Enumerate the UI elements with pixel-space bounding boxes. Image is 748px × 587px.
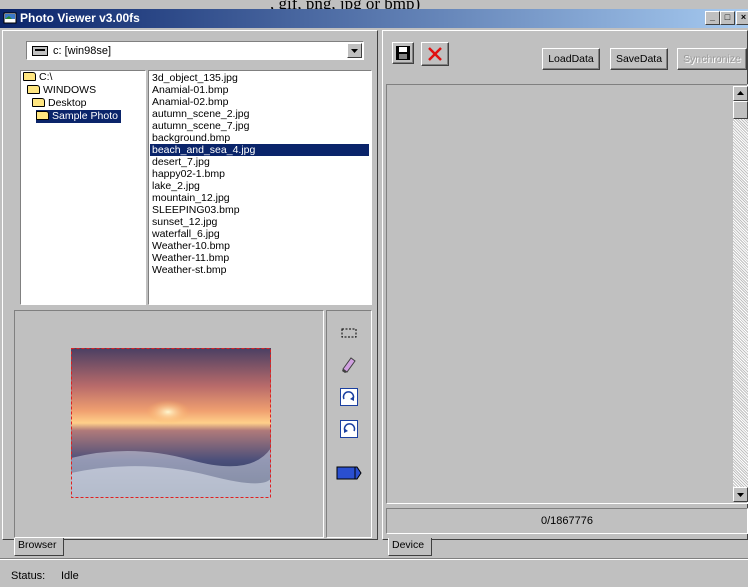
send-to-device-icon [336,466,362,480]
floppy-disk-icon [396,46,410,60]
device-scrollbar[interactable] [733,86,748,502]
tab-browser[interactable]: Browser [14,538,64,556]
file-item[interactable]: sunset_12.jpg [150,216,371,228]
minimize-button[interactable]: _ [705,11,720,25]
file-item[interactable]: Anamial-02.bmp [150,96,371,108]
file-item[interactable]: background.bmp [150,132,371,144]
chevron-down-icon [351,49,358,53]
drive-icon [32,46,48,56]
window-title: Photo Viewer v3.00fs [20,11,140,25]
file-item[interactable]: mountain_12.jpg [150,192,371,204]
scroll-down-button[interactable] [733,487,748,502]
file-item[interactable]: Weather-11.bmp [150,252,371,264]
title-bar[interactable]: Photo Viewer v3.00fs _ □ × [0,9,748,28]
send-to-device-tool[interactable] [335,463,363,483]
file-item[interactable]: happy02-1.bmp [150,168,371,180]
file-list[interactable]: 3d_object_135.jpg Anamial-01.bmp Anamial… [148,70,372,305]
app-icon [3,12,17,24]
rotate-right-tool[interactable] [339,387,359,407]
folder-open-icon [23,72,36,81]
folder-open-icon [36,111,49,120]
close-icon: × [740,12,747,22]
folder-open-icon [32,98,45,107]
drive-select[interactable]: c: [win98se] [26,41,364,60]
file-item[interactable]: 3d_object_135.jpg [150,72,371,84]
rotate-left-tool[interactable] [339,419,359,439]
folder-tree[interactable]: C:\ WINDOWS Desktop Sample Photo [20,70,146,305]
drive-dropdown-button[interactable] [347,43,362,58]
byte-counter: 0/1867776 [386,508,748,534]
red-x-icon [428,47,442,61]
app-window: , gif, png, jpg or bmp) Photo Viewer v3.… [0,0,748,587]
status-value: Idle [61,570,79,582]
save-icon-button[interactable] [392,42,414,64]
delete-button[interactable] [421,42,449,66]
maximize-icon: □ [724,12,731,22]
close-button[interactable]: × [736,11,748,25]
select-rect-icon [341,328,357,338]
tab-device[interactable]: Device [388,538,432,556]
save-data-button[interactable]: SaveData [610,48,668,70]
rotate-right-icon [340,388,358,406]
scroll-up-button[interactable] [733,86,748,101]
preview-area [14,310,324,538]
minimize-icon: _ [709,12,715,22]
status-divider-highlight [0,559,748,560]
file-item[interactable]: waterfall_6.jpg [150,228,371,240]
arrow-up-icon [737,91,744,95]
scroll-thumb[interactable] [733,101,748,119]
select-rect-tool[interactable] [339,323,359,343]
eraser-tool[interactable] [339,354,359,374]
load-data-button[interactable]: LoadData [542,48,600,70]
tree-item-windows[interactable]: WINDOWS [27,84,96,97]
rotate-left-icon [340,420,358,438]
device-view [386,84,748,504]
file-item[interactable]: Anamial-01.bmp [150,84,371,96]
maximize-button[interactable]: □ [720,11,735,25]
synchronize-button: Synchronize [677,48,747,70]
file-item[interactable]: autumn_scene_2.jpg [150,108,371,120]
preview-image [71,348,271,498]
file-item[interactable]: desert_7.jpg [150,156,371,168]
tree-item-root[interactable]: C:\ [23,71,52,84]
tools-column [326,310,372,538]
file-item[interactable]: Weather-10.bmp [150,240,371,252]
status-label: Status: [11,570,46,582]
tree-item-sample-photo[interactable]: Sample Photo [36,110,121,123]
file-item[interactable]: SLEEPING03.bmp [150,204,371,216]
arrow-down-icon [737,493,744,497]
eraser-icon [342,357,356,373]
file-item[interactable]: Weather-st.bmp [150,264,371,276]
file-item-selected[interactable]: beach_and_sea_4.jpg [150,144,369,156]
file-item[interactable]: lake_2.jpg [150,180,371,192]
folder-open-icon [27,85,40,94]
drive-select-value: c: [win98se] [53,45,112,57]
tree-item-desktop[interactable]: Desktop [32,97,87,110]
file-item[interactable]: autumn_scene_7.jpg [150,120,371,132]
